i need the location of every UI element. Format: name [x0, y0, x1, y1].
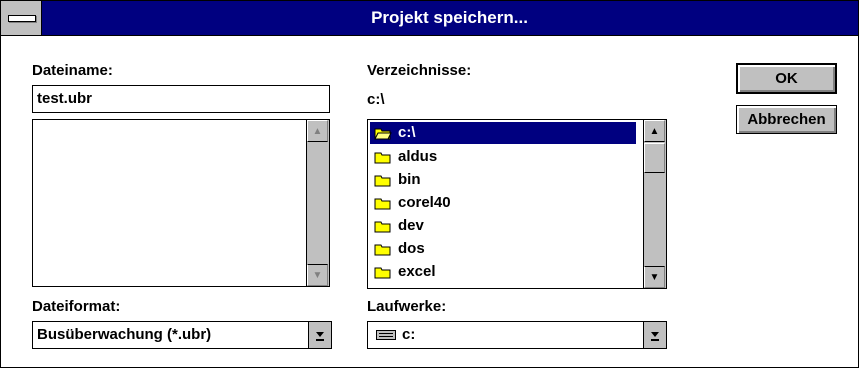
filename-input[interactable]: test.ubr	[32, 85, 330, 113]
directories-label: Verzeichnisse:	[367, 62, 472, 79]
drive-value: c:	[402, 326, 416, 343]
folder-icon	[374, 198, 391, 209]
save-project-dialog: Projekt speichern... Dateiname: test.ubr…	[0, 0, 859, 368]
directory-item-label: c:\	[398, 124, 416, 141]
directory-item[interactable]: corel40	[374, 192, 451, 214]
drive-icon	[376, 330, 396, 340]
window-title: Projekt speichern...	[371, 8, 528, 27]
directory-item-label: aldus	[398, 148, 438, 165]
title-bar: Projekt speichern...	[1, 1, 858, 36]
dropdown-arrow-icon[interactable]	[308, 322, 331, 348]
fileformat-label: Dateiformat:	[32, 298, 121, 315]
fileformat-select[interactable]: Busüberwachung (*.ubr)	[32, 321, 332, 349]
folder-icon	[374, 267, 391, 278]
scroll-up-arrow-icon[interactable]: ▲	[644, 120, 665, 142]
directory-item-label: bin	[398, 171, 421, 188]
current-path: c:\	[367, 91, 385, 108]
folder-icon	[374, 152, 391, 163]
directory-list-scrollbar[interactable]: ▲ ▼	[643, 120, 666, 288]
directory-item[interactable]: c:\	[370, 122, 636, 144]
directory-item[interactable]: dos	[374, 238, 425, 260]
dropdown-arrow-icon[interactable]	[643, 322, 666, 348]
ok-button[interactable]: OK	[736, 63, 837, 94]
fileformat-value: Busüberwachung (*.ubr)	[37, 326, 212, 343]
folder-icon	[374, 221, 391, 232]
directory-list[interactable]: c:\ aldus bin corel40 dev dos excel ▲ ▼	[367, 119, 667, 289]
file-list[interactable]: ▲ ▼	[32, 119, 330, 287]
directory-item[interactable]: excel	[374, 261, 436, 283]
folder-icon	[374, 175, 391, 186]
scroll-up-arrow-icon[interactable]: ▲	[307, 120, 328, 142]
drive-select[interactable]: c:	[367, 321, 667, 349]
file-list-scrollbar[interactable]: ▲ ▼	[306, 120, 329, 286]
cancel-button[interactable]: Abbrechen	[736, 105, 837, 134]
directory-item[interactable]: dev	[374, 215, 424, 237]
directory-item-label: dev	[398, 217, 424, 234]
scroll-down-arrow-icon[interactable]: ▼	[307, 264, 328, 286]
directory-item-label: corel40	[398, 194, 451, 211]
filename-label: Dateiname:	[32, 62, 113, 79]
folder-icon	[374, 244, 391, 255]
system-menu-icon	[8, 15, 36, 22]
directory-item-label: excel	[398, 263, 436, 280]
scroll-down-arrow-icon[interactable]: ▼	[644, 266, 665, 288]
open-folder-icon	[374, 128, 392, 139]
drives-label: Laufwerke:	[367, 298, 447, 315]
directory-item[interactable]: bin	[374, 169, 421, 191]
scroll-thumb[interactable]	[644, 143, 665, 173]
system-menu-button[interactable]	[1, 1, 42, 35]
directory-item-label: dos	[398, 240, 425, 257]
directory-item[interactable]: aldus	[374, 146, 437, 168]
drive-value-wrapper: c:	[376, 322, 415, 348]
